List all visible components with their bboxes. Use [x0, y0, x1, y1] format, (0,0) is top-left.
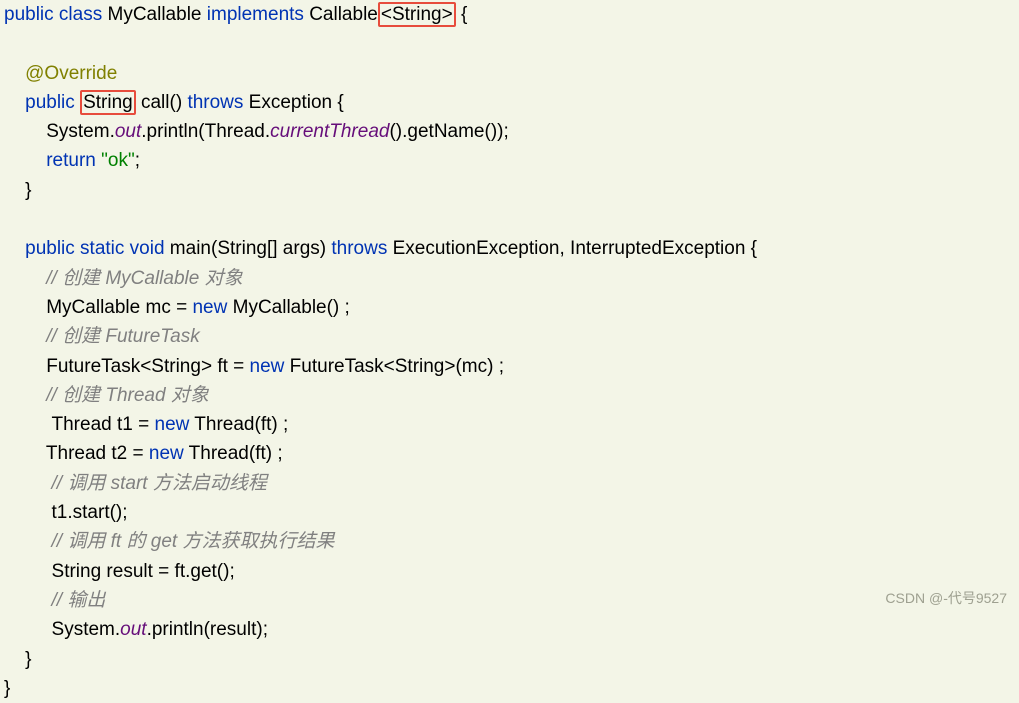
- parens: (): [170, 92, 188, 113]
- comment: // 调用 start 方法启动线程: [52, 473, 267, 494]
- code-line: System.out.println(Thread.currentThread(…: [4, 121, 509, 142]
- code-line: // 调用 start 方法启动线程: [4, 473, 267, 494]
- semicolon: ;: [135, 150, 140, 171]
- keyword: new: [155, 414, 190, 435]
- class-name: MyCallable: [108, 4, 202, 25]
- brace: {: [456, 4, 468, 25]
- args: (String[] args): [211, 238, 331, 259]
- annotation: @Override: [25, 63, 117, 84]
- comment: // 调用 ft 的 get 方法获取执行结果: [52, 531, 335, 552]
- code-line: t1.start();: [4, 502, 128, 523]
- static-field: out: [115, 121, 141, 142]
- code-line: // 创建 FutureTask: [4, 326, 200, 347]
- watermark: CSDN @-代号9527: [885, 584, 1007, 613]
- code-text: .println(result);: [147, 619, 268, 640]
- code-line: System.out.println(result);: [4, 619, 268, 640]
- code-text: Thread(ft) ;: [184, 443, 283, 464]
- code-line: // 输出: [4, 590, 105, 611]
- code-text: FutureTask<String>(mc) ;: [284, 356, 504, 377]
- code-line: return "ok";: [4, 150, 140, 171]
- comment: // 创建 FutureTask: [46, 326, 199, 347]
- code-block: public class MyCallable implements Calla…: [0, 0, 1019, 703]
- keyword: throws: [187, 92, 243, 113]
- method-name: main: [165, 238, 211, 259]
- code-line: }: [4, 678, 10, 699]
- code-line: public class MyCallable implements Calla…: [4, 2, 467, 27]
- code-line: @Override: [4, 63, 117, 84]
- code-line: // 创建 MyCallable 对象: [4, 268, 243, 289]
- code-line: public static void main(String[] args) t…: [4, 238, 757, 259]
- code-text: System.: [46, 121, 115, 142]
- code-line: Thread t2 = new Thread(ft) ;: [4, 443, 283, 464]
- keyword: new: [250, 356, 285, 377]
- highlight-box-generic: <String>: [378, 2, 456, 27]
- code-text: Thread t1 =: [46, 414, 154, 435]
- string-literal: "ok": [101, 150, 135, 171]
- keyword: throws: [331, 238, 387, 259]
- code-line: Thread t1 = new Thread(ft) ;: [4, 414, 288, 435]
- comment: // 创建 Thread 对象: [46, 385, 209, 406]
- code-line: String result = ft.get();: [4, 561, 235, 582]
- code-text: MyCallable() ;: [227, 297, 349, 318]
- interface-name: Callable: [309, 4, 378, 25]
- keyword: public class: [4, 4, 102, 25]
- exception: ExecutionException, InterruptedException…: [387, 238, 757, 259]
- brace: }: [4, 678, 10, 699]
- keyword: implements: [207, 4, 304, 25]
- method-name: call: [141, 92, 170, 113]
- code-line: }: [4, 649, 31, 670]
- keyword: new: [192, 297, 227, 318]
- keyword: new: [149, 443, 184, 464]
- static-method: currentThread: [270, 121, 389, 142]
- highlight-box-returntype: String: [80, 90, 136, 115]
- code-text: System.: [52, 619, 121, 640]
- brace: }: [25, 649, 31, 670]
- code-text: Thread(ft) ;: [189, 414, 288, 435]
- code-text: MyCallable mc =: [46, 297, 192, 318]
- exception: Exception {: [243, 92, 343, 113]
- code-line: }: [4, 180, 31, 201]
- code-line: FutureTask<String> ft = new FutureTask<S…: [4, 356, 504, 377]
- comment: // 输出: [52, 590, 106, 611]
- code-text: .println(Thread.: [141, 121, 270, 142]
- code-text: Thread t2 =: [46, 443, 149, 464]
- code-line: // 创建 Thread 对象: [4, 385, 209, 406]
- code-line: MyCallable mc = new MyCallable() ;: [4, 297, 350, 318]
- static-field: out: [120, 619, 146, 640]
- comment: // 创建 MyCallable 对象: [46, 268, 242, 289]
- code-text: t1.start();: [52, 502, 128, 523]
- keyword: public static void: [25, 238, 164, 259]
- code-text: FutureTask<String> ft =: [46, 356, 249, 377]
- keyword: return: [46, 150, 96, 171]
- keyword: public: [25, 92, 75, 113]
- brace: }: [25, 180, 31, 201]
- code-line: public String call() throws Exception {: [4, 90, 344, 115]
- code-line: // 调用 ft 的 get 方法获取执行结果: [4, 531, 334, 552]
- code-text: String result = ft.get();: [52, 561, 235, 582]
- code-text: ().getName());: [389, 121, 508, 142]
